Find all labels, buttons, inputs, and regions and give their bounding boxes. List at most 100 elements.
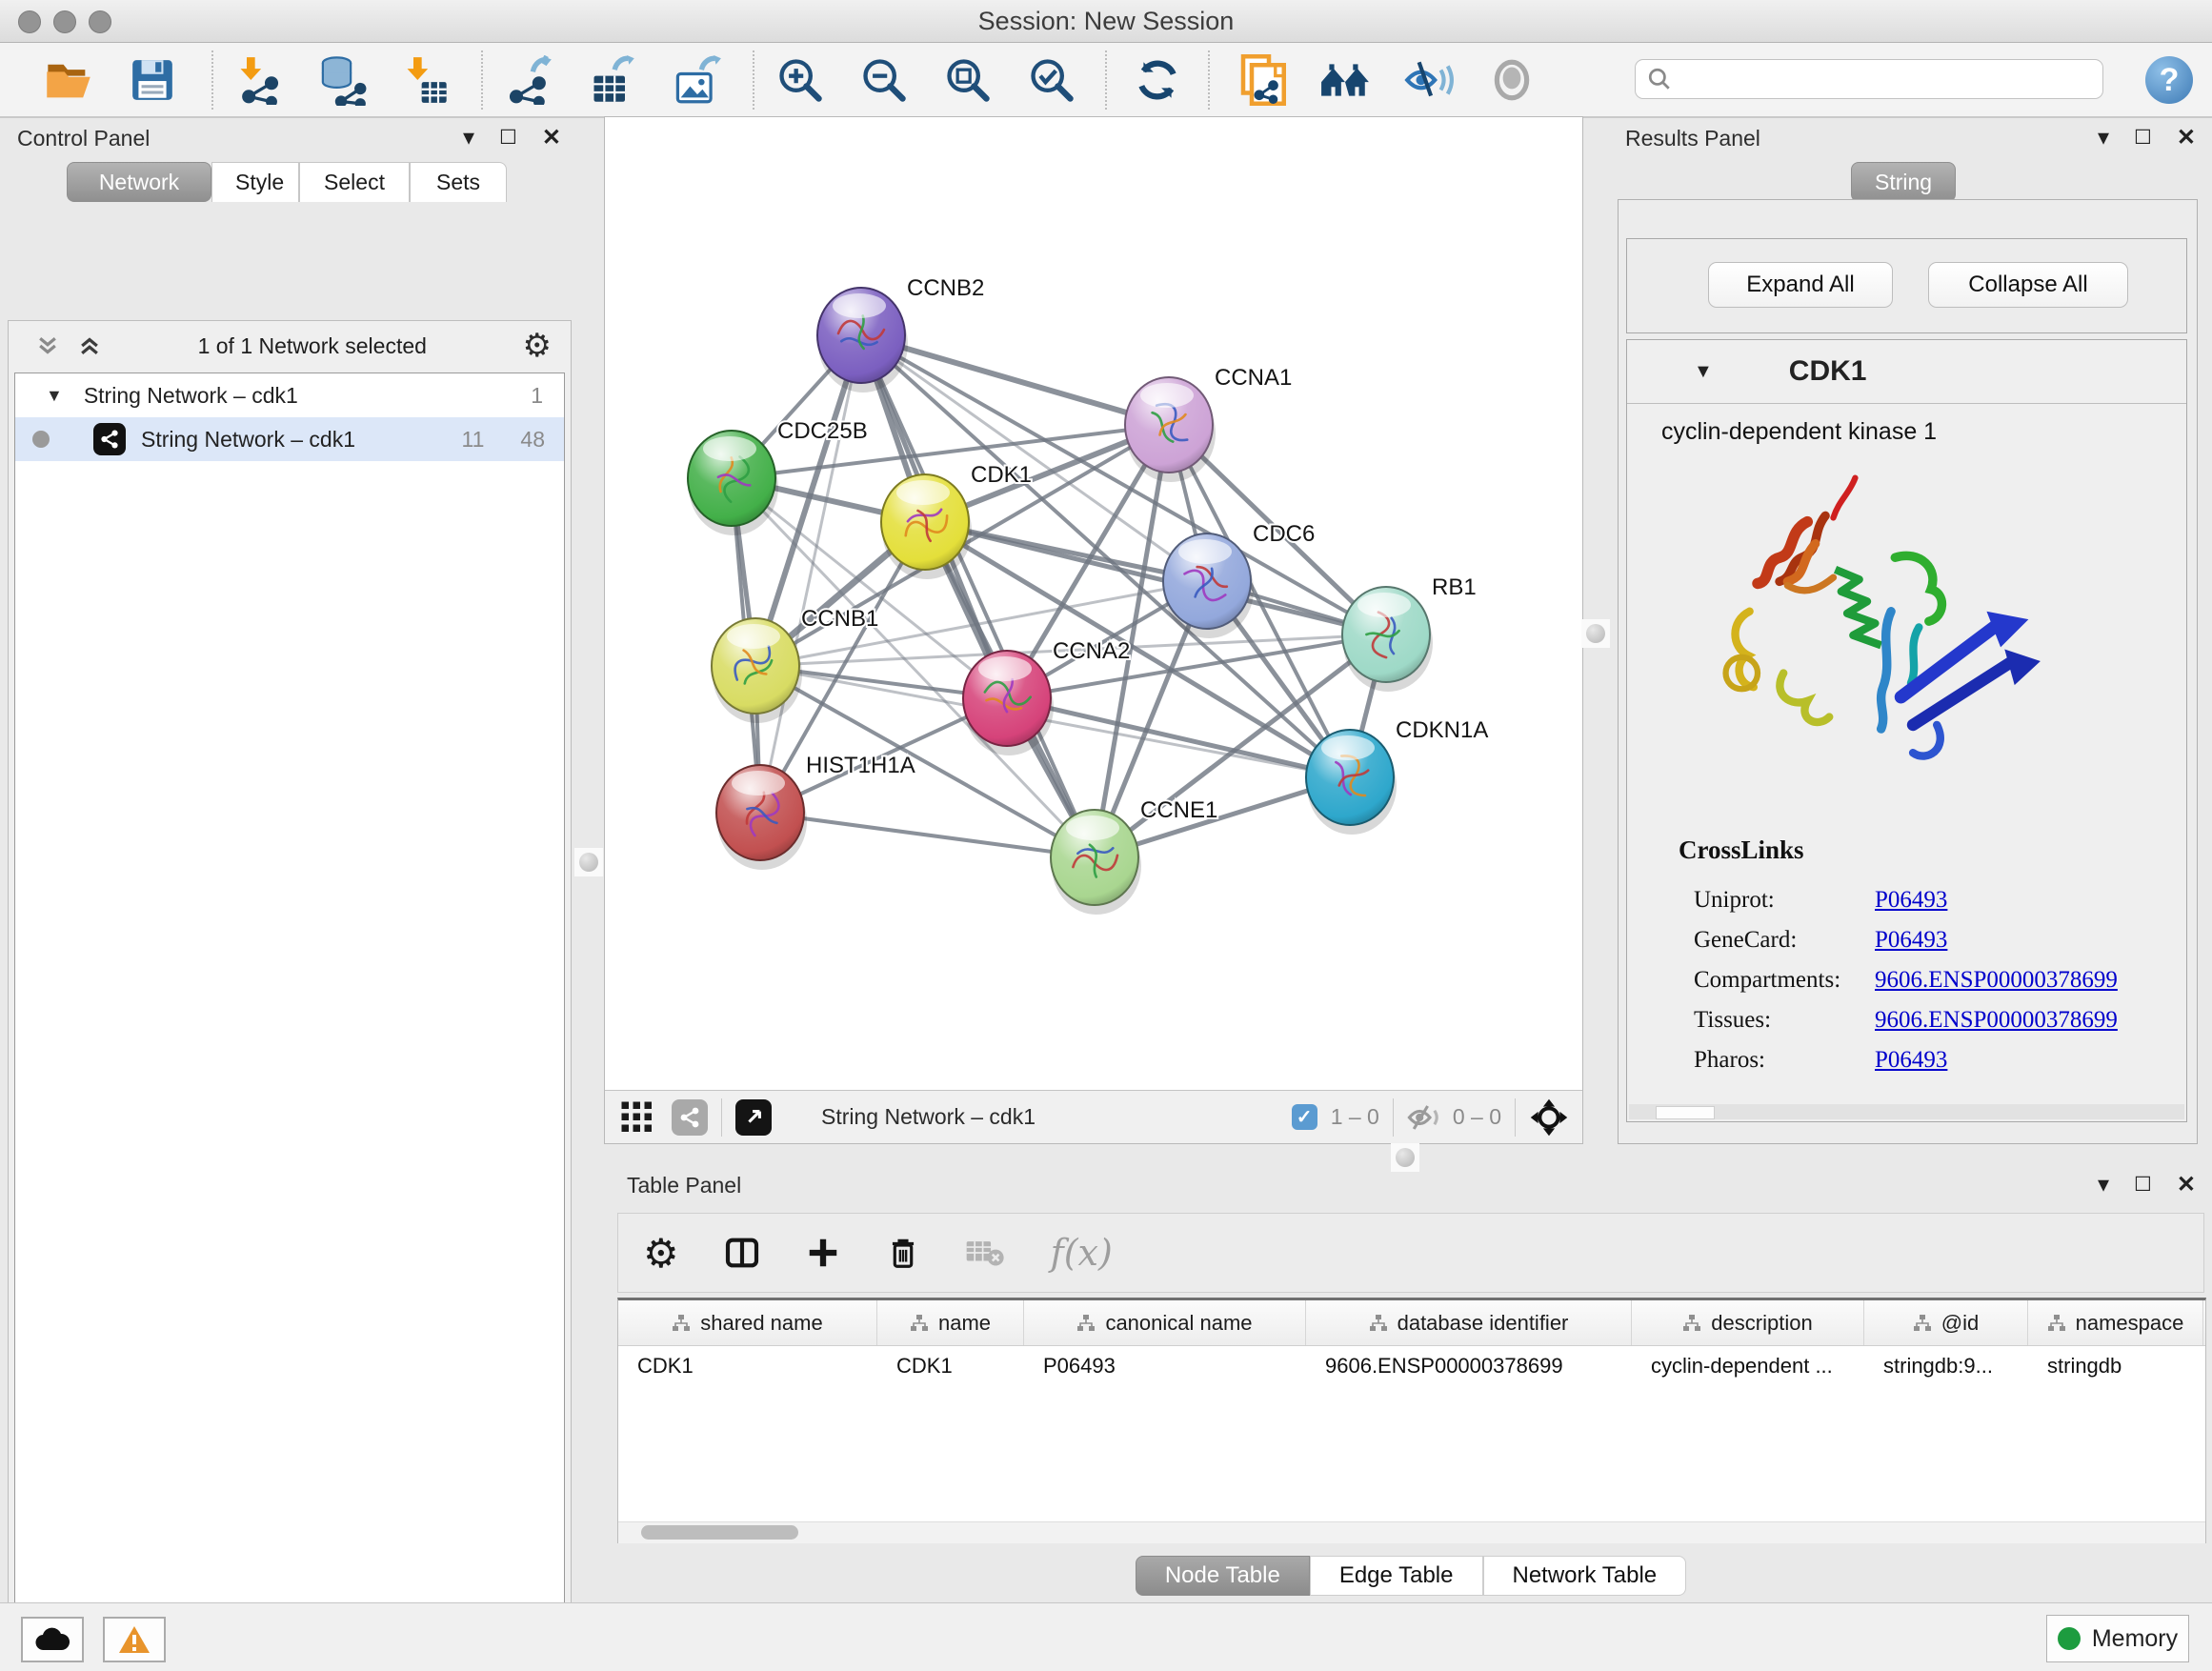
export-image-button[interactable] — [672, 54, 723, 106]
zoom-in-button[interactable] — [774, 54, 826, 106]
show-details-button[interactable] — [1486, 54, 1538, 106]
protein-header[interactable]: ▼ CDK1 — [1627, 340, 2186, 404]
table-options-gear-icon[interactable]: ⚙ — [643, 1230, 679, 1277]
results-panel-float-icon[interactable]: ☐ — [2134, 126, 2152, 150]
control-panel-menu-icon[interactable]: ▾ — [463, 124, 474, 151]
export-table-button[interactable] — [587, 54, 638, 106]
table-panel-menu-icon[interactable]: ▾ — [2098, 1171, 2109, 1198]
network-options-gear-icon[interactable]: ⚙ — [523, 327, 552, 365]
open-session-button[interactable] — [43, 54, 94, 106]
expand-all-button[interactable]: Expand All — [1708, 262, 1893, 308]
help-button[interactable]: ? — [2143, 54, 2195, 106]
table-cell[interactable]: stringdb — [2028, 1346, 2203, 1388]
tab-string[interactable]: String — [1851, 162, 1956, 202]
tab-sets[interactable]: Sets — [410, 162, 507, 202]
cloud-status-button[interactable] — [21, 1617, 84, 1662]
tab-style[interactable]: Style — [211, 162, 299, 202]
network-node-CCNB2[interactable]: CCNB2 — [817, 275, 984, 393]
detach-view-icon[interactable] — [735, 1099, 772, 1136]
network-node-CCNA2[interactable]: CCNA2 — [963, 638, 1130, 755]
save-session-button[interactable] — [127, 54, 178, 106]
network-node-CCNB1[interactable]: CCNB1 — [712, 606, 878, 723]
results-panel-menu-icon[interactable]: ▾ — [2098, 124, 2109, 151]
zoom-out-button[interactable] — [858, 54, 910, 106]
table-cell[interactable]: CDK1 — [618, 1346, 877, 1388]
column-header-namespace[interactable]: namespace — [2028, 1300, 2203, 1345]
left-splitter-handle[interactable] — [574, 848, 603, 876]
import-table-button[interactable] — [400, 54, 452, 106]
network-edge-CCNB2-HIST1H1A[interactable] — [760, 335, 861, 813]
warnings-button[interactable] — [103, 1617, 166, 1662]
show-columns-icon[interactable] — [723, 1234, 761, 1272]
table-panel-close-icon[interactable]: ✕ — [2177, 1171, 2196, 1198]
collection-expand-icon[interactable]: ▼ — [46, 386, 63, 406]
tab-network-table[interactable]: Network Table — [1483, 1556, 1687, 1596]
horizontal-splitter-handle[interactable] — [1391, 1143, 1419, 1172]
import-network-button[interactable] — [233, 54, 285, 106]
column-header-name[interactable]: name — [877, 1300, 1024, 1345]
network-edge-CDK1-RB1[interactable] — [925, 522, 1386, 634]
crosslink-link[interactable]: P06493 — [1875, 927, 1947, 954]
table-cell[interactable]: stringdb:9... — [1864, 1346, 2028, 1388]
search-input[interactable] — [1672, 66, 2076, 92]
network-graph[interactable]: CCNB2CCNA1CDC25BCDK1CDC6RB1CCNB1CCNA2CDK… — [605, 117, 1582, 1091]
delete-column-icon[interactable] — [885, 1235, 921, 1271]
control-panel-float-icon[interactable]: ☐ — [499, 126, 517, 150]
zoom-selected-button[interactable] — [1026, 54, 1077, 106]
table-cell[interactable]: 9606.ENSP00000378699 — [1306, 1346, 1632, 1388]
column-header-description[interactable]: description — [1632, 1300, 1864, 1345]
zoom-fit-button[interactable] — [942, 54, 994, 106]
birdseye-grid-icon[interactable] — [620, 1100, 654, 1135]
column-header-shared-name[interactable]: shared name — [618, 1300, 877, 1345]
tab-select[interactable]: Select — [299, 162, 410, 202]
network-node-CDC25B[interactable]: CDC25B — [688, 418, 868, 535]
table-horizontal-scrollbar[interactable] — [618, 1521, 2205, 1543]
tab-network[interactable]: Network — [67, 162, 211, 202]
results-panel-close-icon[interactable]: ✕ — [2177, 124, 2196, 151]
crosslink-link[interactable]: P06493 — [1875, 1047, 1947, 1074]
tab-node-table[interactable]: Node Table — [1136, 1556, 1310, 1596]
selected-checkbox-icon[interactable]: ✓ — [1292, 1104, 1317, 1130]
apply-layout-button[interactable] — [1132, 54, 1183, 106]
show-hide-graphics-button[interactable] — [1319, 54, 1371, 106]
protein-collapse-icon[interactable]: ▼ — [1694, 361, 1713, 383]
table-cell[interactable]: CDK1 — [877, 1346, 1024, 1388]
network-node-CCNE1[interactable]: CCNE1 — [1051, 797, 1217, 915]
memory-button[interactable]: Memory — [2046, 1615, 2189, 1662]
table-panel-float-icon[interactable]: ☐ — [2134, 1173, 2152, 1197]
network-node-CDKN1A[interactable]: CDKN1A — [1306, 717, 1488, 835]
crosslink-link[interactable]: 9606.ENSP00000378699 — [1875, 1007, 2118, 1034]
network-node-CDK1[interactable]: CDK1 — [881, 462, 1032, 579]
network-overview-icon[interactable] — [672, 1099, 708, 1136]
column-header--id[interactable]: @id — [1864, 1300, 2028, 1345]
right-splitter-handle[interactable] — [1581, 619, 1610, 648]
network-row[interactable]: String Network – cdk1 11 48 — [15, 417, 564, 461]
table-cell[interactable]: cyclin-dependent ... — [1632, 1346, 1864, 1388]
crosslink-link[interactable]: P06493 — [1875, 887, 1947, 914]
network-collection-row[interactable]: ▼ String Network – cdk1 1 — [15, 373, 564, 417]
import-network-from-database-button[interactable] — [315, 54, 367, 106]
add-column-icon[interactable] — [805, 1235, 841, 1271]
column-header-database-identifier[interactable]: database identifier — [1306, 1300, 1632, 1345]
search-field[interactable] — [1635, 59, 2103, 99]
network-node-RB1[interactable]: RB1 — [1342, 574, 1477, 692]
scrollbar-thumb[interactable] — [641, 1525, 798, 1540]
network-edge-CCNB2-CCNE1[interactable] — [861, 335, 1095, 857]
crosslink-link[interactable]: 9606.ENSP00000378699 — [1875, 967, 2118, 994]
first-neighbors-button[interactable] — [1235, 54, 1286, 106]
control-panel-close-icon[interactable]: ✕ — [542, 124, 561, 151]
results-horizontal-scrollbar[interactable] — [1629, 1104, 2184, 1119]
column-header-canonical-name[interactable]: canonical name — [1024, 1300, 1306, 1345]
collapse-all-icon[interactable] — [35, 333, 60, 358]
network-edge-HIST1H1A-CCNE1[interactable] — [760, 813, 1095, 857]
fit-selected-crosshair-icon[interactable] — [1529, 1097, 1569, 1137]
table-cell[interactable]: P06493 — [1024, 1346, 1306, 1388]
table-row[interactable]: CDK1CDK1P064939606.ENSP00000378699cyclin… — [618, 1346, 2205, 1388]
tab-edge-table[interactable]: Edge Table — [1310, 1556, 1483, 1596]
hide-details-button[interactable] — [1403, 54, 1455, 106]
expand-all-icon[interactable] — [77, 333, 102, 358]
collapse-all-button[interactable]: Collapse All — [1928, 262, 2128, 308]
network-node-HIST1H1A[interactable]: HIST1H1A — [716, 753, 915, 870]
export-network-button[interactable] — [503, 54, 554, 106]
scrollbar-thumb[interactable] — [1656, 1106, 1715, 1119]
